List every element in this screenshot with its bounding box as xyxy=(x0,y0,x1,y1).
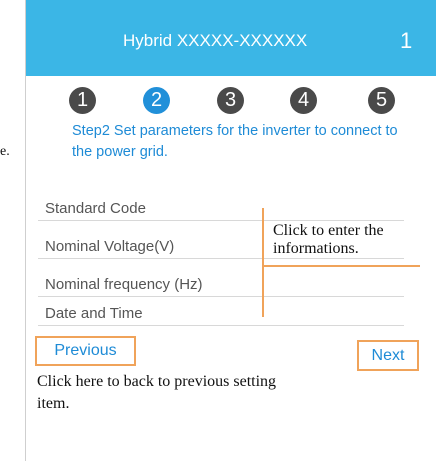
annotation-bracket-horizontal xyxy=(263,265,420,267)
step-instruction: Step2 Set parameters for the inverter to… xyxy=(72,123,398,160)
step-4[interactable]: 4 xyxy=(290,87,317,114)
step-5[interactable]: 5 xyxy=(368,87,395,114)
param-row-date-time[interactable]: Date and Time xyxy=(38,299,404,326)
app-header: Hybrid XXXXX-XXXXXX 1 xyxy=(26,0,436,76)
param-label: Nominal Voltage(V) xyxy=(45,238,175,255)
step-indicator: 1 2 3 4 5 xyxy=(26,85,436,117)
annotation-enter-info: Click to enter the informations. xyxy=(273,222,384,257)
phone-screen: Hybrid XXXXX-XXXXXX 1 1 2 3 4 5 Step2 Se… xyxy=(25,0,436,461)
step-2[interactable]: 2 xyxy=(143,87,170,114)
step-3[interactable]: 3 xyxy=(217,87,244,114)
param-label: Standard Code xyxy=(45,200,146,217)
annotation-back-info: Click here to back to previous setting i… xyxy=(37,373,277,412)
next-button[interactable]: Next xyxy=(357,340,419,371)
step-1[interactable]: 1 xyxy=(69,87,96,114)
annotation-bracket-vertical xyxy=(262,208,264,317)
cropped-text-fragment: e. xyxy=(0,144,10,159)
param-label: Nominal frequency (Hz) xyxy=(45,276,203,293)
page-number: 1 xyxy=(400,28,413,53)
previous-button[interactable]: Previous xyxy=(35,336,136,366)
param-label: Date and Time xyxy=(45,305,143,322)
param-row-standard-code[interactable]: Standard Code xyxy=(38,194,404,221)
param-row-nominal-frequency[interactable]: Nominal frequency (Hz) xyxy=(38,270,404,297)
device-title: Hybrid XXXXX-XXXXXX xyxy=(123,31,308,50)
